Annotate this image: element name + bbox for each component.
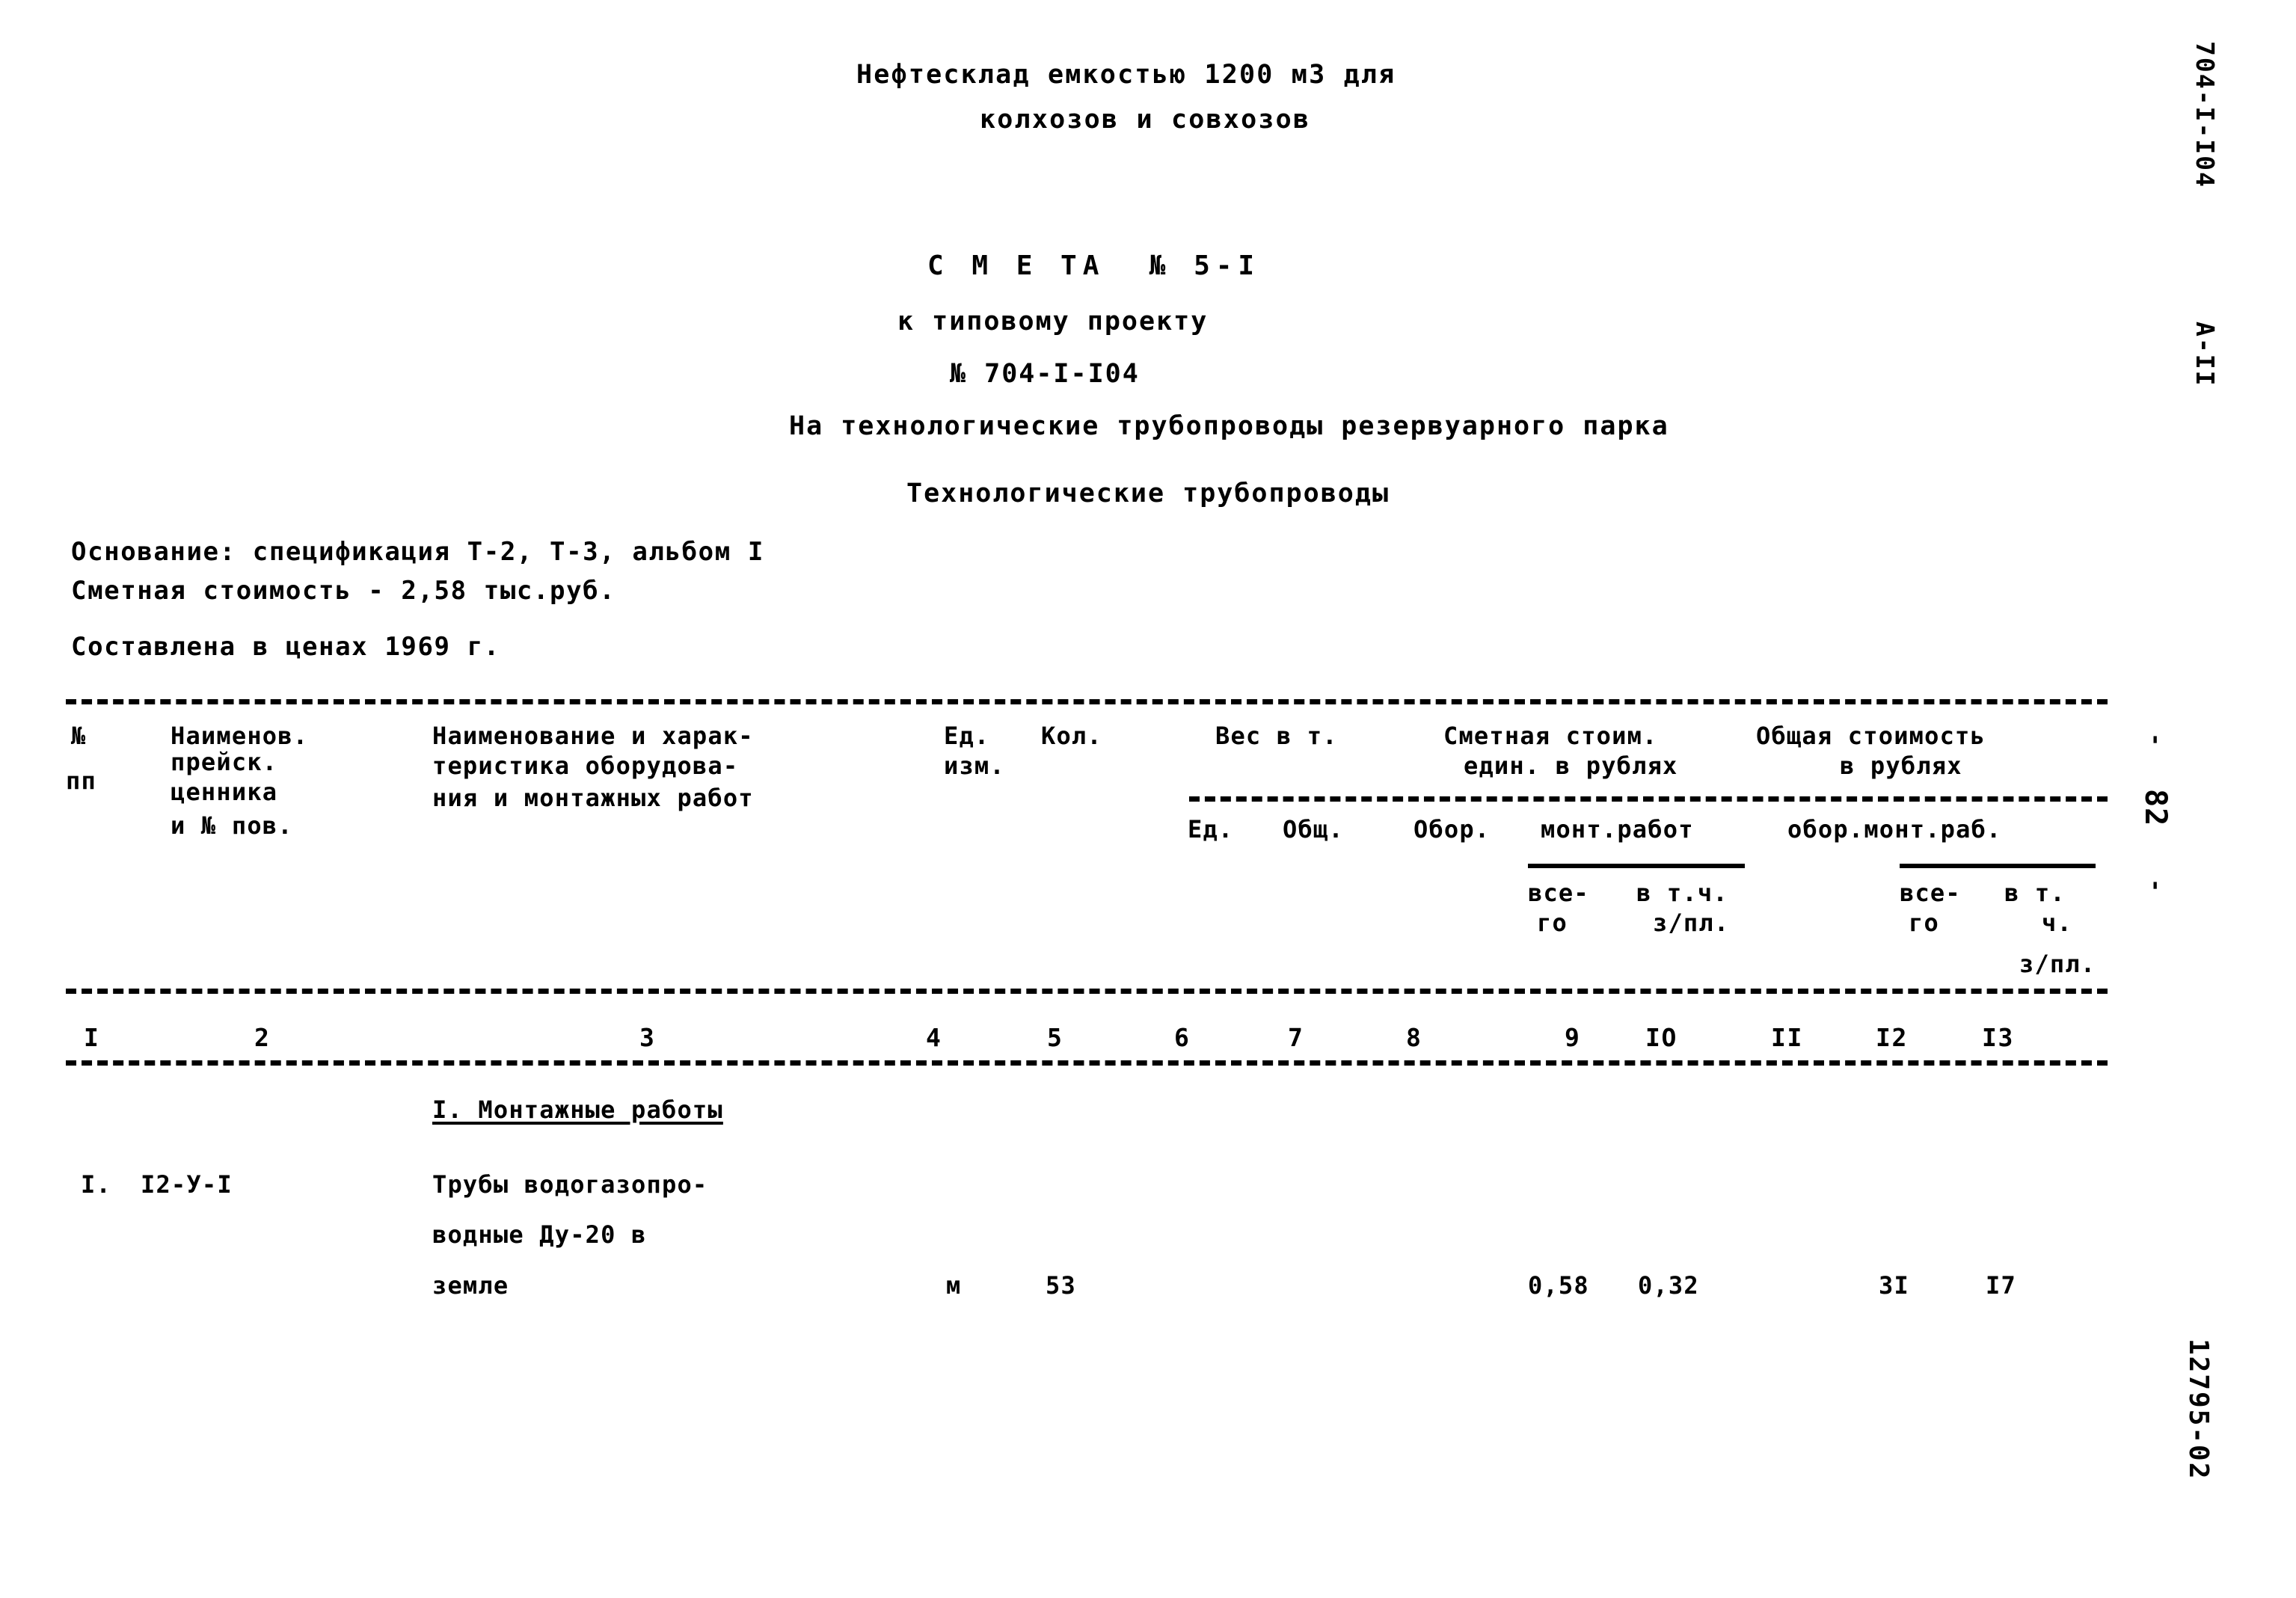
colnum-13: I3 [1982, 1023, 2014, 1052]
th-total-cost-equipment-installation: обор.монт.раб. [1787, 815, 2002, 843]
colnum-10: IO [1645, 1023, 1678, 1052]
th-unitcost-wages-line2: з/пл. [1653, 909, 1730, 937]
th-weight-unit: Ед. [1188, 815, 1234, 843]
estimate-category: Технологические трубопроводы [906, 479, 1390, 508]
margin-archive-stamp: 12795-02 [2183, 1339, 2214, 1481]
table-rule-above-colnums [66, 989, 2108, 994]
colnum-8: 8 [1406, 1023, 1422, 1052]
colnum-1: I [84, 1023, 100, 1052]
price-year-line: Составлена в ценах 1969 г. [71, 632, 500, 662]
margin-page-number: 82 [2138, 789, 2173, 827]
th-price-code-line4: и № пов. [171, 811, 293, 840]
row-description-line3: земле [432, 1271, 509, 1300]
colnum-3: 3 [639, 1023, 656, 1052]
margin-page-dash-bottom: - [2143, 879, 2169, 893]
document-header-line-1: Нефтесклад емкостью 1200 м3 для [856, 60, 1396, 90]
colnum-9: 9 [1565, 1023, 1581, 1052]
document-header-line-2: колхозов и совхозов [980, 105, 1311, 135]
th-unit-cost-group-line2: един. в рублях [1464, 752, 1678, 780]
th-total-cost-group-line2: в рублях [1840, 752, 1962, 780]
th-totalcost-wages-line2: ч. [2042, 909, 2072, 937]
row-totalcost-installation-total: 3I [1879, 1271, 1909, 1300]
colnum-7: 7 [1288, 1023, 1304, 1052]
row-unitcost-installation-wages: 0,32 [1638, 1271, 1699, 1300]
row-totalcost-installation-wages: I7 [1986, 1271, 2016, 1300]
row-description-line2: водные Ду-20 в [432, 1220, 647, 1249]
th-totalcost-wages-line1: в т. [2004, 879, 2066, 907]
document-page: Нефтесклад емкостью 1200 м3 для колхозов… [0, 0, 2296, 1598]
th-totalcost-total-line2: го [1909, 909, 1939, 937]
th-unit-line1: Ед. [944, 722, 990, 750]
th-num-line2: пп [66, 766, 96, 795]
row-description-line1: Трубы водогазопро- [432, 1170, 708, 1199]
table-rule-subgroup-right [1900, 864, 2096, 868]
colnum-5: 5 [1047, 1023, 1063, 1052]
th-unit-line2: изм. [944, 752, 1005, 780]
th-description-line1: Наименование и харак- [432, 722, 754, 750]
th-unitcost-total-line1: все- [1528, 879, 1589, 907]
table-rule-top [66, 699, 2108, 704]
row-price-code: I2-У-I [141, 1170, 233, 1199]
row-unitcost-installation-total: 0,58 [1528, 1271, 1589, 1300]
margin-project-code: 704-I-I04 [2191, 41, 2220, 188]
row-number: I. [81, 1170, 111, 1199]
th-price-code-line2: прейск. [171, 748, 278, 776]
th-totalcost-total-line1: все- [1900, 879, 1961, 907]
margin-page-dash-top: - [2143, 733, 2169, 747]
section-title-installation-works: I. Монтажные работы [432, 1095, 723, 1124]
row-unit: м [946, 1271, 962, 1300]
th-unit-cost-installation: монт.работ [1541, 815, 1694, 843]
th-price-code-line3: ценника [171, 778, 278, 806]
colnum-12: I2 [1876, 1023, 1908, 1052]
estimate-title: С М Е ТА № 5-I [927, 251, 1261, 281]
th-description-line3: ния и монтажных работ [432, 784, 754, 812]
th-description-line2: теристика оборудова- [432, 752, 739, 780]
th-total-cost-group-line1: Общая стоимость [1756, 722, 1986, 750]
basis-line: Основание: спецификация Т-2, Т-3, альбом… [71, 537, 764, 567]
margin-album-code: А-II [2191, 322, 2220, 387]
th-quantity: Кол. [1041, 722, 1102, 750]
table-rule-subgroup-left [1528, 864, 1745, 868]
th-price-code-line1: Наименов. [171, 722, 309, 750]
th-weight-total: Общ. [1283, 815, 1344, 843]
th-unitcost-total-line2: го [1537, 909, 1568, 937]
colnum-11: II [1771, 1023, 1803, 1052]
estimate-subtitle-project: к типовому проекту [897, 307, 1209, 336]
th-weight-group: Вес в т. [1215, 722, 1338, 750]
estimate-scope: На технологические трубопроводы резервуа… [789, 411, 1669, 441]
th-totalcost-wages-line3: з/пл. [2019, 950, 2096, 978]
colnum-4: 4 [926, 1023, 942, 1052]
estimate-cost-line: Сметная стоимость - 2,58 тыс.руб. [71, 576, 616, 606]
table-rule-mid [1189, 796, 2108, 802]
th-unitcost-wages-line1: в т.ч. [1636, 879, 1728, 907]
th-num-line1: № [71, 722, 87, 750]
table-rule-colnums [66, 1060, 2108, 1066]
th-unit-cost-group-line1: Сметная стоим. [1443, 722, 1658, 750]
colnum-6: 6 [1174, 1023, 1191, 1052]
estimate-project-number: № 704-I-I04 [950, 359, 1140, 389]
th-unit-cost-equipment: Обор. [1413, 815, 1491, 843]
colnum-2: 2 [254, 1023, 271, 1052]
row-quantity: 53 [1046, 1271, 1076, 1300]
